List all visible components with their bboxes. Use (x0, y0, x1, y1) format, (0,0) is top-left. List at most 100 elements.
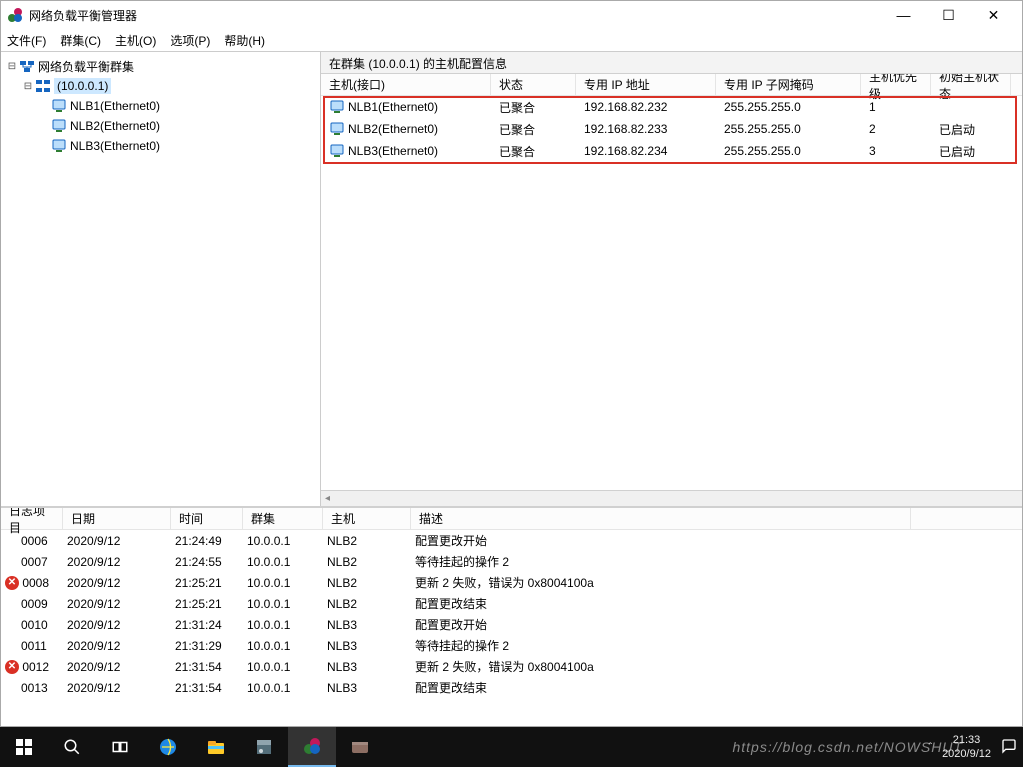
log-col-header[interactable]: 描述 (411, 508, 911, 529)
expand-icon[interactable]: ⊟ (5, 61, 19, 72)
log-cell: 21:31:54 (171, 681, 243, 695)
details-header: 在群集 (10.0.0.1) 的主机配置信息 (321, 52, 1022, 74)
hosts-cell: 255.255.255.0 (716, 96, 861, 118)
menu-options[interactable]: 选项(P) (170, 32, 210, 49)
tray[interactable]: ˆ 21:33 2020/9/12 (929, 733, 1017, 761)
taskbar-server-manager-icon[interactable] (240, 727, 288, 767)
hosts-cell: 已启动 (931, 140, 1011, 162)
menubar: 文件(F) 群集(C) 主机(O) 选项(P) 帮助(H) (1, 29, 1022, 51)
hosts-table[interactable]: 主机(接口)状态专用 IP 地址专用 IP 子网掩码主机优先级初始主机状态 NL… (321, 74, 1022, 490)
hosts-col-header[interactable]: 主机优先级 (861, 74, 931, 95)
log-row[interactable]: ✕ 00082020/9/1221:25:2110.0.0.1NLB2更新 2 … (1, 572, 1022, 593)
hosts-cell: 2 (861, 118, 931, 140)
log-cell: 21:24:55 (171, 555, 243, 569)
log-row[interactable]: 00102020/9/1221:31:2410.0.0.1NLB3配置更改开始 (1, 614, 1022, 635)
host-icon (329, 99, 345, 115)
log-col-header[interactable]: 主机 (323, 508, 411, 529)
log-row[interactable]: 00112020/9/1221:31:2910.0.0.1NLB3等待挂起的操作… (1, 635, 1022, 656)
log-cell: 10.0.0.1 (243, 681, 323, 695)
tree-cluster[interactable]: ⊟ (10.0.0.1) (1, 76, 320, 96)
log-cell-id: 0013 (1, 681, 63, 695)
taskbar[interactable]: https://blog.csdn.net/NOWSHUT ˆ 21:33 20… (0, 727, 1023, 767)
log-cell: NLB3 (323, 639, 411, 653)
log-cell: NLB2 (323, 576, 411, 590)
menu-file[interactable]: 文件(F) (7, 32, 46, 49)
app-icon (7, 7, 23, 23)
log-row[interactable]: ✕ 00122020/9/1221:31:5410.0.0.1NLB3更新 2 … (1, 656, 1022, 677)
notifications-icon[interactable] (1001, 738, 1017, 757)
log-cell: 10.0.0.1 (243, 597, 323, 611)
hosts-cell: 1 (861, 96, 931, 118)
hosts-cell: NLB1(Ethernet0) (321, 96, 491, 118)
window-controls: — ☐ ✕ (881, 1, 1016, 29)
error-icon: ✕ (5, 660, 19, 674)
titlebar[interactable]: 网络负载平衡管理器 — ☐ ✕ (1, 1, 1022, 29)
log-col-header[interactable]: 时间 (171, 508, 243, 529)
hosts-row[interactable]: NLB1(Ethernet0)已聚合192.168.82.232255.255.… (321, 96, 1022, 118)
tree-pane[interactable]: ⊟ 网络负载平衡群集 ⊟ (10.0.0.1) NLB1(Ethern (1, 52, 321, 506)
app-title: 网络负载平衡管理器 (29, 7, 881, 24)
log-cell: 2020/9/12 (63, 639, 171, 653)
hosts-col-header[interactable]: 初始主机状态 (931, 74, 1011, 95)
log-row[interactable]: 00072020/9/1221:24:5510.0.0.1NLB2等待挂起的操作… (1, 551, 1022, 572)
log-cell-id: 0011 (1, 639, 63, 653)
taskbar-nlb-icon[interactable] (288, 727, 336, 767)
log-col-header[interactable]: 群集 (243, 508, 323, 529)
log-cell-id: 0010 (1, 618, 63, 632)
log-row[interactable]: 00132020/9/1221:31:5410.0.0.1NLB3配置更改结束 (1, 677, 1022, 698)
log-cell: NLB2 (323, 597, 411, 611)
hosts-col-header[interactable]: 主机(接口) (321, 74, 491, 95)
menu-host[interactable]: 主机(O) (115, 32, 156, 49)
log-cell: 10.0.0.1 (243, 555, 323, 569)
log-row[interactable]: 00092020/9/1221:25:2110.0.0.1NLB2配置更改结束 (1, 593, 1022, 614)
host-icon (329, 121, 345, 137)
hosts-cell: 已聚合 (491, 118, 576, 140)
tree-host-label: NLB2(Ethernet0) (70, 119, 160, 133)
expand-icon[interactable]: ⊟ (21, 81, 35, 92)
menu-cluster[interactable]: 群集(C) (60, 32, 101, 49)
log-cell: 配置更改结束 (411, 679, 911, 696)
minimize-button[interactable]: — (881, 1, 926, 29)
log-col-header[interactable]: 日志项目 (1, 508, 63, 529)
close-button[interactable]: ✕ (971, 1, 1016, 29)
log-cell: 配置更改结束 (411, 595, 911, 612)
hosts-col-header[interactable]: 状态 (491, 74, 576, 95)
tree-root[interactable]: ⊟ 网络负载平衡群集 (1, 56, 320, 76)
taskbar-ie-icon[interactable] (144, 727, 192, 767)
tree-host[interactable]: NLB1(Ethernet0) (1, 96, 320, 116)
log-cell: NLB3 (323, 618, 411, 632)
log-pane[interactable]: 日志项目日期时间群集主机描述 00062020/9/1221:24:4910.0… (1, 506, 1022, 726)
task-view-icon[interactable] (96, 727, 144, 767)
taskbar-app-icon[interactable] (336, 727, 384, 767)
hosts-col-header[interactable]: 专用 IP 地址 (576, 74, 716, 95)
start-button[interactable] (0, 727, 48, 767)
log-cell: 21:31:54 (171, 660, 243, 674)
search-icon[interactable] (48, 727, 96, 767)
menu-help[interactable]: 帮助(H) (224, 32, 265, 49)
tree-host[interactable]: NLB2(Ethernet0) (1, 116, 320, 136)
log-cell: NLB2 (323, 555, 411, 569)
log-cell: 21:31:24 (171, 618, 243, 632)
tree-host[interactable]: NLB3(Ethernet0) (1, 136, 320, 156)
log-cell: 2020/9/12 (63, 534, 171, 548)
details-pane: 在群集 (10.0.0.1) 的主机配置信息 主机(接口)状态专用 IP 地址专… (321, 52, 1022, 506)
maximize-button[interactable]: ☐ (926, 1, 971, 29)
tray-clock[interactable]: 21:33 2020/9/12 (942, 733, 991, 761)
hosts-cell (931, 96, 1011, 118)
hosts-row[interactable]: NLB3(Ethernet0)已聚合192.168.82.234255.255.… (321, 140, 1022, 162)
hosts-cell: 255.255.255.0 (716, 118, 861, 140)
taskbar-explorer-icon[interactable] (192, 727, 240, 767)
log-cell: NLB3 (323, 681, 411, 695)
hosts-row[interactable]: NLB2(Ethernet0)已聚合192.168.82.233255.255.… (321, 118, 1022, 140)
log-cell: 2020/9/12 (63, 555, 171, 569)
log-cell-id: ✕ 0012 (1, 660, 63, 674)
log-col-header[interactable]: 日期 (63, 508, 171, 529)
log-row[interactable]: 00062020/9/1221:24:4910.0.0.1NLB2配置更改开始 (1, 530, 1022, 551)
tree-host-label: NLB1(Ethernet0) (70, 99, 160, 113)
log-cell-id: 0006 (1, 534, 63, 548)
hosts-cell: 255.255.255.0 (716, 140, 861, 162)
hosts-col-header[interactable]: 专用 IP 子网掩码 (716, 74, 861, 95)
details-scrollbar[interactable] (321, 490, 1022, 506)
log-cell: 2020/9/12 (63, 660, 171, 674)
tray-chevron-icon[interactable]: ˆ (929, 742, 932, 753)
